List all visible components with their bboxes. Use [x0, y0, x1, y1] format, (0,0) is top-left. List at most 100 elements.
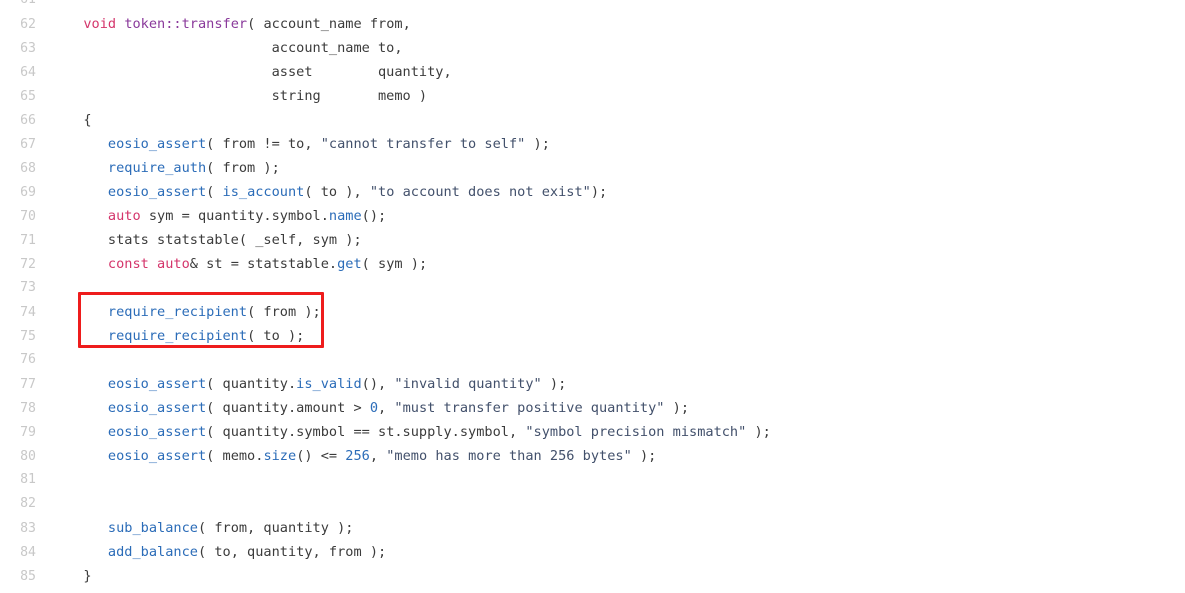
code-token-keyword: auto [107, 208, 141, 224]
code-line[interactable]: 83 sub_balance( from, quantity ); [0, 516, 1185, 540]
code-line[interactable]: 74 require_recipient( from ); [0, 300, 1185, 324]
line-number: 73 [20, 280, 36, 295]
code-token-plain: ); [664, 400, 690, 416]
line-content[interactable]: eosio_assert( is_account( to ), "to acco… [36, 180, 607, 204]
code-token-plain: string memo ) [67, 88, 428, 104]
code-token-func: get [337, 256, 362, 272]
code-viewer[interactable]: 6162 void token::transfer( account_name … [0, 0, 1185, 593]
code-token-plain: ( from != to, [206, 136, 321, 152]
line-content[interactable]: eosio_assert( quantity.is_valid(), "inva… [36, 372, 566, 396]
code-token-plain: & st = statstable. [189, 256, 338, 272]
code-line[interactable]: 71 stats statstable( _self, sym ); [0, 228, 1185, 252]
line-content[interactable]: eosio_assert( quantity.symbol == st.supp… [36, 420, 771, 444]
code-token-plain: , [378, 400, 395, 416]
code-token-func: eosio_assert [107, 424, 207, 440]
line-content[interactable]: const auto& st = statstable.get( sym ); [36, 252, 427, 276]
code-token-func: size [263, 448, 297, 464]
line-content[interactable]: } [36, 564, 92, 588]
line-content[interactable]: string memo ) [36, 84, 428, 108]
code-token-number: 256 [345, 448, 370, 464]
line-number: 65 [20, 89, 36, 104]
code-line[interactable]: 65 string memo ) [0, 84, 1185, 108]
line-number: 82 [20, 496, 36, 511]
line-content[interactable]: eosio_assert( memo.size() <= 256, "memo … [36, 444, 656, 468]
code-token-number: 0 [369, 400, 379, 416]
code-token-plain: ( quantity.symbol == st.supply.symbol, [206, 424, 526, 440]
line-content[interactable]: add_balance( to, quantity, from ); [36, 540, 386, 564]
code-token-plain: () <= [296, 448, 346, 464]
code-line[interactable]: 62 void token::transfer( account_name fr… [0, 12, 1185, 36]
code-line[interactable]: 78 eosio_assert( quantity.amount > 0, "m… [0, 396, 1185, 420]
line-content[interactable]: account_name to, [36, 36, 403, 60]
code-token-plain: ); [631, 448, 657, 464]
code-line[interactable]: 81 [0, 468, 1185, 492]
line-content[interactable]: asset quantity, [36, 60, 452, 84]
code-line[interactable]: 75 require_recipient( to ); [0, 324, 1185, 348]
code-line[interactable]: 63 account_name to, [0, 36, 1185, 60]
code-line[interactable]: 64 asset quantity, [0, 60, 1185, 84]
code-token-plain: { [67, 112, 92, 128]
line-content[interactable]: stats statstable( _self, sym ); [36, 228, 362, 252]
code-line[interactable]: 68 require_auth( from ); [0, 156, 1185, 180]
line-number: 78 [20, 401, 36, 416]
code-token-plain: ( sym ); [361, 256, 428, 272]
code-token-keyword: const [107, 256, 149, 272]
line-number: 66 [20, 113, 36, 128]
line-number: 85 [20, 569, 36, 584]
line-content[interactable]: eosio_assert( quantity.amount > 0, "must… [36, 396, 689, 420]
code-line[interactable]: 72 const auto& st = statstable.get( sym … [0, 252, 1185, 276]
code-token-func: eosio_assert [107, 376, 207, 392]
line-content[interactable]: require_auth( from ); [36, 156, 280, 180]
code-token-plain: (); [361, 208, 387, 224]
code-line[interactable]: 82 [0, 492, 1185, 516]
line-number: 83 [20, 521, 36, 536]
code-token-plain: ( [206, 184, 223, 200]
code-line[interactable]: 66 { [0, 108, 1185, 132]
code-line[interactable]: 67 eosio_assert( from != to, "cannot tra… [0, 132, 1185, 156]
code-token-plain: ( from ); [206, 160, 280, 176]
code-line[interactable]: 80 eosio_assert( memo.size() <= 256, "me… [0, 444, 1185, 468]
code-token-plain: ); [541, 376, 567, 392]
code-token-string: "symbol precision mismatch" [525, 424, 747, 440]
code-line[interactable]: 61 [0, 0, 1185, 12]
line-content[interactable]: require_recipient( to ); [36, 324, 304, 348]
code-line[interactable]: 77 eosio_assert( quantity.is_valid(), "i… [0, 372, 1185, 396]
line-content[interactable]: { [36, 108, 92, 132]
line-number: 63 [20, 41, 36, 56]
line-content[interactable]: eosio_assert( from != to, "cannot transf… [36, 132, 550, 156]
code-token-func: require_auth [107, 160, 207, 176]
code-token-plain: ); [746, 424, 771, 440]
code-token-plain: ( memo. [206, 448, 264, 464]
code-token-plain: ( to, quantity, from ); [197, 544, 387, 560]
line-content[interactable]: require_recipient( from ); [36, 300, 321, 324]
code-line[interactable]: 76 [0, 348, 1185, 372]
line-content[interactable]: void token::transfer( account_name from, [36, 12, 410, 36]
line-content[interactable]: sub_balance( from, quantity ); [36, 516, 354, 540]
code-token-fnname: token::transfer [124, 16, 248, 32]
code-line[interactable]: 79 eosio_assert( quantity.symbol == st.s… [0, 420, 1185, 444]
line-content[interactable]: auto sym = quantity.symbol.name(); [36, 204, 386, 228]
code-line[interactable]: 73 [0, 276, 1185, 300]
code-line[interactable]: 85 } [0, 564, 1185, 588]
code-token-plain: } [67, 568, 92, 584]
code-token-plain: ( from, quantity ); [197, 520, 354, 536]
line-number: 69 [20, 185, 36, 200]
code-token-keyword: auto [157, 256, 190, 272]
code-line[interactable]: 70 auto sym = quantity.symbol.name(); [0, 204, 1185, 228]
line-number: 62 [20, 17, 36, 32]
code-line[interactable]: 84 add_balance( to, quantity, from ); [0, 540, 1185, 564]
code-token-func: name [328, 208, 362, 224]
code-token-func: add_balance [107, 544, 198, 560]
line-number: 84 [20, 545, 36, 560]
line-number: 77 [20, 377, 36, 392]
code-token-func: sub_balance [107, 520, 198, 536]
line-number: 80 [20, 449, 36, 464]
code-token-func: eosio_assert [107, 184, 207, 200]
code-token-plain: asset quantity, [67, 64, 452, 80]
code-line[interactable]: 69 eosio_assert( is_account( to ), "to a… [0, 180, 1185, 204]
